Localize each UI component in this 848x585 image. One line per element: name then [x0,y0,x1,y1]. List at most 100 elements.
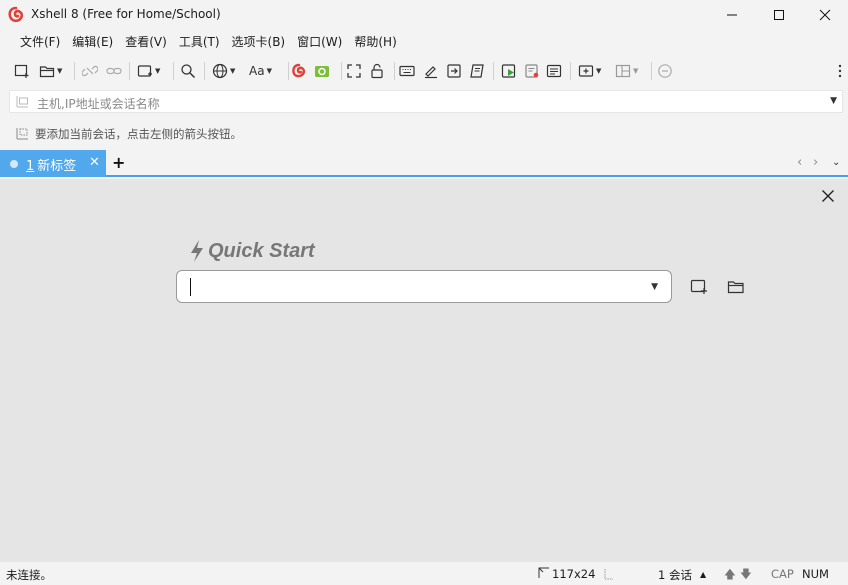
tab-scroll-right-icon[interactable]: › [813,155,818,170]
arrow-down-icon[interactable]: 🡇 [740,567,752,585]
highlight-pen-icon [425,66,437,79]
address-bar[interactable]: 主机,IP地址或会话名称 ▼ [9,90,843,113]
keyboard-button[interactable] [399,61,415,81]
close-panel-icon[interactable] [821,189,835,203]
encoding-button[interactable]: ▼ [212,61,235,81]
chevron-down-icon: ▼ [633,67,639,75]
toolbar-separator [204,62,205,80]
quick-start-title: Quick Start [208,239,315,262]
menu-window[interactable]: 窗口(W) [291,31,348,53]
reconnect-button[interactable] [106,61,122,81]
lightning-icon [191,240,203,262]
menu-tools[interactable]: 工具(T) [173,31,226,53]
chevron-down-icon: ▼ [596,67,602,75]
lock-button[interactable] [369,61,385,81]
session-count: 1 会话 [658,568,692,582]
toolbar-separator [173,62,174,80]
menu-bar: 文件(F) 编辑(E) 查看(V) 工具(T) 选项卡(B) 窗口(W) 帮助(… [14,31,403,53]
new-session-icon [14,64,29,78]
search-button[interactable] [180,61,196,81]
terminal-size: 117x24 [552,567,596,581]
fullscreen-button[interactable] [346,61,362,81]
toolbar-separator [74,62,75,80]
open-folder-icon [727,281,744,294]
chevron-down-icon: ▼ [230,67,236,75]
open-session-button[interactable]: ▼ [39,61,62,81]
font-icon: Aa [249,64,265,78]
new-session-icon [690,279,707,294]
new-session-button[interactable] [14,61,30,81]
lock-icon [371,63,383,79]
transfer-icon [447,64,461,78]
add-tab-icon [578,65,594,77]
connection-status: 未连接。 [6,568,52,582]
menu-file[interactable]: 文件(F) [14,31,66,53]
more-button[interactable] [836,61,844,81]
status-bar: 未连接。 117x24 1 会话 ▲ 🡅 🡇 CAP NUM [0,562,848,585]
xshell-button[interactable] [291,61,307,81]
new-tab-button[interactable]: ▼ [578,61,601,81]
globe-icon [212,63,228,79]
font-button[interactable]: Aa ▼ [249,61,272,81]
minimize-icon [727,14,737,16]
toolbar: ▼ ▼ ▼ Aa ▼ ▼ ▼ [10,59,844,83]
compose-icon [546,64,562,78]
quick-new-session-button[interactable] [688,278,710,296]
maximize-icon [774,10,784,20]
script-button[interactable] [469,61,485,81]
session-up-icon[interactable]: ▲ [700,570,706,579]
address-input[interactable]: 主机,IP地址或会话名称 [37,95,160,112]
chevron-down-icon[interactable]: ▼ [651,282,658,292]
log-button[interactable] [524,61,540,81]
toolbar-separator [493,62,494,80]
toolbar-separator [341,62,342,80]
more-icon [838,64,842,78]
layout-button[interactable]: ▼ [615,61,638,81]
disconnect-button[interactable] [82,61,98,81]
menu-tab[interactable]: 选项卡(B) [226,31,292,53]
add-link-icon[interactable] [16,126,30,140]
open-folder-icon [39,66,55,78]
menu-view[interactable]: 查看(V) [119,31,173,53]
tab-status-icon [10,160,18,168]
tab-scroll-left-icon[interactable]: ‹ [797,155,802,170]
menu-help[interactable]: 帮助(H) [348,31,402,53]
text-caret [190,278,191,296]
new-terminal-button[interactable]: ▼ [137,61,160,81]
chevron-down-icon: ▼ [155,67,161,75]
toolbar-separator [570,62,571,80]
compose-button[interactable] [546,61,562,81]
arrow-up-icon[interactable]: 🡅 [724,567,736,585]
xftp-icon [315,66,329,77]
reconnect-icon [106,67,122,75]
close-window-button[interactable] [802,0,848,30]
add-tab-button[interactable]: + [112,153,125,172]
quick-start-input[interactable]: ▼ [176,270,672,303]
xftp-button[interactable] [314,61,330,81]
chat-button[interactable] [657,61,673,81]
search-icon [181,64,196,79]
toolbar-separator [129,62,130,80]
highlight-button[interactable] [423,61,439,81]
tab-close-icon[interactable]: ✕ [89,155,100,170]
chevron-down-icon[interactable]: ▼ [830,96,837,106]
xshell-logo-icon [8,6,24,23]
quick-start-heading: Quick Start [188,238,315,264]
script-icon [470,64,484,78]
tab-new[interactable]: 1 新标签 ✕ [0,150,106,177]
fullscreen-icon [347,64,361,78]
chat-icon [658,64,672,78]
close-icon [819,9,831,21]
minimize-button[interactable] [709,0,755,30]
chevron-down-icon: ▼ [57,67,63,75]
menu-edit[interactable]: 编辑(E) [66,31,119,53]
window-title: Xshell 8 (Free for Home/School) [31,7,221,21]
transfer-button[interactable] [446,61,462,81]
title-bar: Xshell 8 (Free for Home/School) [0,0,848,30]
tab-list-icon[interactable]: ⌄ [832,157,840,168]
app-window: Xshell 8 (Free for Home/School) 文件(F) 编辑… [0,0,848,585]
maximize-button[interactable] [756,0,802,30]
quick-open-session-button[interactable] [725,278,747,296]
run-script-button[interactable] [501,61,517,81]
links-hint-text: 要添加当前会话，点击左侧的箭头按钮。 [35,127,242,141]
